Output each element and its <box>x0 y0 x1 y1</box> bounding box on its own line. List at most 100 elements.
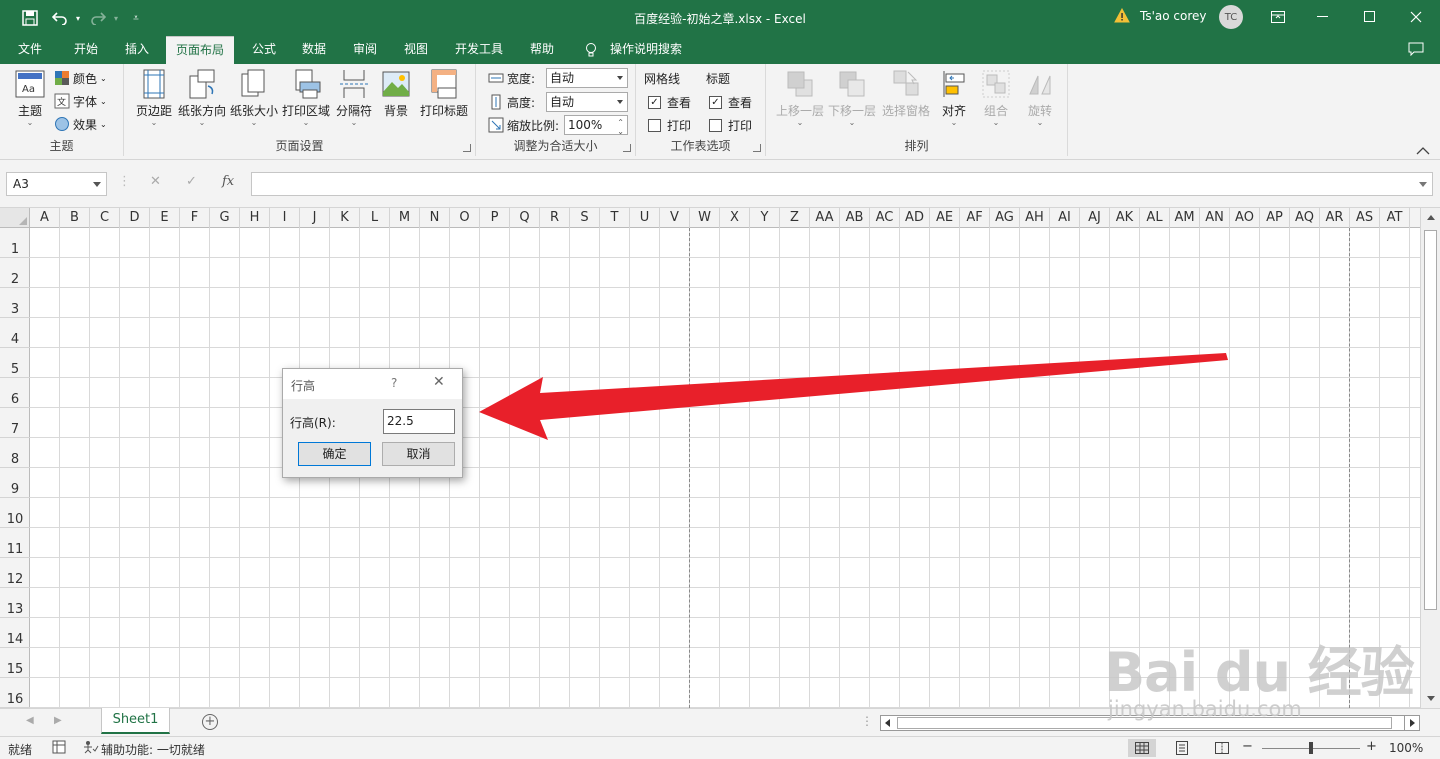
column-header[interactable]: A <box>30 208 60 228</box>
accessibility-status[interactable]: 辅助功能: 一切就绪 <box>101 741 205 758</box>
selection-pane-button[interactable]: 选择窗格 <box>878 68 934 119</box>
column-header[interactable]: AD <box>900 208 930 228</box>
avatar[interactable]: TC <box>1219 5 1243 29</box>
column-header[interactable]: AQ <box>1290 208 1320 228</box>
tab-insert[interactable]: 插入 <box>115 36 159 64</box>
cancel-button[interactable]: 取消 <box>382 442 455 466</box>
enter-icon[interactable]: ✓ <box>186 174 197 189</box>
column-header[interactable]: K <box>330 208 360 228</box>
formula-input[interactable] <box>251 172 1433 196</box>
redo-icon[interactable] <box>88 8 108 28</box>
row-header[interactable]: 7 <box>0 408 30 438</box>
rotate-button[interactable]: 旋转 ⌄ <box>1018 68 1062 127</box>
row-header[interactable]: 9 <box>0 468 30 498</box>
cancel-icon[interactable]: ✕ <box>150 174 161 189</box>
tab-file[interactable]: 文件 <box>10 36 50 64</box>
undo-icon[interactable] <box>50 8 70 28</box>
minimize-icon[interactable] <box>1311 7 1335 27</box>
column-header[interactable]: AB <box>840 208 870 228</box>
column-header[interactable]: AE <box>930 208 960 228</box>
page-layout-view-icon[interactable] <box>1168 739 1196 757</box>
row-header[interactable]: 4 <box>0 318 30 348</box>
row-header[interactable]: 3 <box>0 288 30 318</box>
scroll-up-icon[interactable] <box>1427 215 1435 220</box>
group-button[interactable]: 组合 ⌄ <box>974 68 1018 127</box>
tab-split-handle-icon[interactable]: ⋮ <box>861 714 873 728</box>
sheet-options-launcher[interactable] <box>753 144 761 152</box>
zoom-level[interactable]: 100% <box>1389 741 1423 755</box>
page-setup-launcher[interactable] <box>463 144 471 152</box>
column-header[interactable]: AT <box>1380 208 1410 228</box>
effects-button[interactable]: 效果 ⌄ <box>54 114 107 134</box>
row-header[interactable]: 13 <box>0 588 30 618</box>
scroll-left-icon[interactable] <box>885 719 890 727</box>
fonts-button[interactable]: 文 字体 ⌄ <box>54 91 107 111</box>
print-area-button[interactable]: 打印区域 ⌄ <box>280 68 332 127</box>
scale-launcher[interactable] <box>623 144 631 152</box>
insert-function-icon[interactable]: fx <box>222 174 234 189</box>
headings-view-checkbox[interactable]: ✓ 查看 <box>709 94 752 111</box>
column-header[interactable]: AO <box>1230 208 1260 228</box>
accessibility-icon[interactable] <box>83 740 99 757</box>
row-header[interactable]: 8 <box>0 438 30 468</box>
column-header[interactable]: T <box>600 208 630 228</box>
row-header[interactable]: 16 <box>0 678 30 708</box>
tab-home[interactable]: 开始 <box>64 36 108 64</box>
column-header[interactable]: AG <box>990 208 1020 228</box>
margins-button[interactable]: 页边距 ⌄ <box>132 68 176 127</box>
tab-help[interactable]: 帮助 <box>520 36 564 64</box>
themes-button[interactable]: Aa 主题 ⌄ <box>10 68 50 127</box>
prev-sheet-icon[interactable]: ◀ <box>26 715 34 726</box>
column-header[interactable]: F <box>180 208 210 228</box>
width-select[interactable]: 自动 <box>546 68 628 88</box>
column-header[interactable]: D <box>120 208 150 228</box>
column-header[interactable]: B <box>60 208 90 228</box>
column-header[interactable]: AF <box>960 208 990 228</box>
maximize-icon[interactable] <box>1358 7 1382 27</box>
scroll-down-icon[interactable] <box>1427 696 1435 701</box>
column-header[interactable]: M <box>390 208 420 228</box>
print-titles-button[interactable]: 打印标题 <box>416 68 472 119</box>
row-header[interactable]: 11 <box>0 528 30 558</box>
column-header[interactable]: X <box>720 208 750 228</box>
column-header[interactable]: L <box>360 208 390 228</box>
tab-formulas[interactable]: 公式 <box>242 36 286 64</box>
gridlines-view-checkbox[interactable]: ✓ 查看 <box>648 94 691 111</box>
zoom-in-icon[interactable]: + <box>1366 739 1377 754</box>
gridlines-print-checkbox[interactable]: 打印 <box>648 117 691 134</box>
normal-view-icon[interactable] <box>1128 739 1156 757</box>
column-header[interactable]: AN <box>1200 208 1230 228</box>
column-header[interactable]: AC <box>870 208 900 228</box>
size-button[interactable]: 纸张大小 ⌄ <box>228 68 280 127</box>
column-header[interactable]: AR <box>1320 208 1350 228</box>
column-header[interactable]: N <box>420 208 450 228</box>
send-backward-button[interactable]: 下移一层 ⌄ <box>826 68 878 127</box>
scroll-right-icon[interactable] <box>1410 719 1415 727</box>
align-button[interactable]: 对齐 ⌄ <box>934 68 974 127</box>
undo-dropdown-icon[interactable]: ▾ <box>68 8 88 28</box>
tab-data[interactable]: 数据 <box>292 36 336 64</box>
headings-print-checkbox[interactable]: 打印 <box>709 117 752 134</box>
comments-icon[interactable] <box>1404 36 1428 64</box>
collapse-ribbon-icon[interactable] <box>1416 145 1430 155</box>
row-header[interactable]: 1 <box>0 228 30 258</box>
close-icon[interactable] <box>1404 7 1428 27</box>
zoom-slider-thumb[interactable] <box>1309 742 1313 754</box>
tab-view[interactable]: 视图 <box>394 36 438 64</box>
row-header[interactable]: 15 <box>0 648 30 678</box>
ok-button[interactable]: 确定 <box>298 442 371 466</box>
row-header[interactable]: 10 <box>0 498 30 528</box>
column-header[interactable]: S <box>570 208 600 228</box>
column-header[interactable]: AP <box>1260 208 1290 228</box>
column-header[interactable]: R <box>540 208 570 228</box>
tell-me-search[interactable]: 操作说明搜索 <box>604 36 688 64</box>
user-name[interactable]: Ts'ao corey <box>1140 9 1207 23</box>
colors-button[interactable]: 颜色 ⌄ <box>54 68 107 88</box>
column-header[interactable]: AK <box>1110 208 1140 228</box>
ribbon-display-options-icon[interactable] <box>1266 7 1290 27</box>
column-header[interactable]: E <box>150 208 180 228</box>
row-header[interactable]: 14 <box>0 618 30 648</box>
redo-dropdown-icon[interactable]: ▾ <box>106 8 126 28</box>
next-sheet-icon[interactable]: ▶ <box>54 715 62 726</box>
scale-spinner[interactable]: 100% ⌃ ⌄ <box>564 115 628 136</box>
